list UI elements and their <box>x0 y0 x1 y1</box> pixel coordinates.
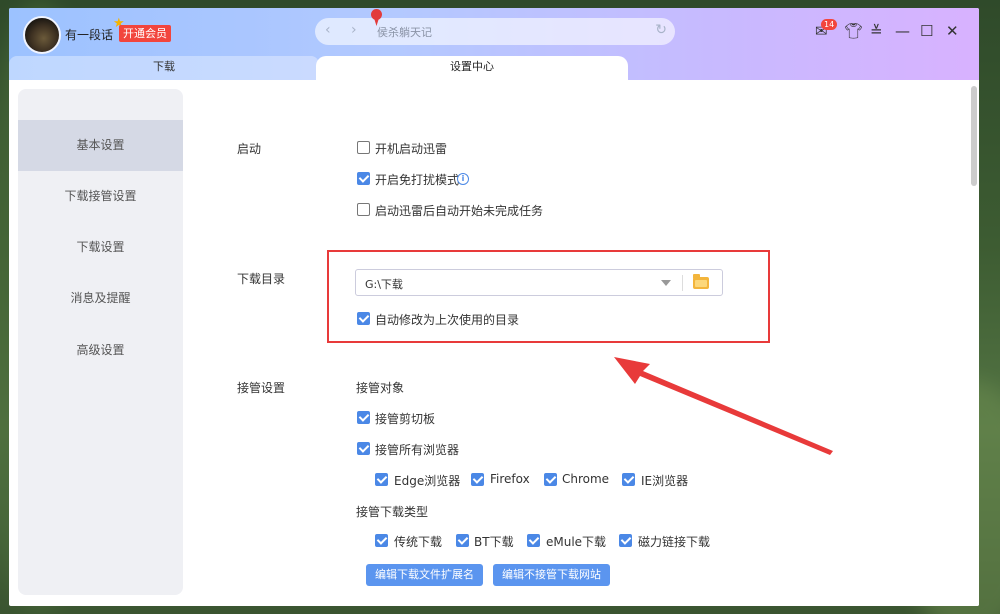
baidu-jingyan-watermark: Bai du 经验 jingyan.baidu.com <box>762 510 955 572</box>
arrow-shape <box>614 357 833 455</box>
watermark-url: jingyan.baidu.com <box>762 557 899 572</box>
watermark-main: Bai du 经验 <box>762 518 955 558</box>
